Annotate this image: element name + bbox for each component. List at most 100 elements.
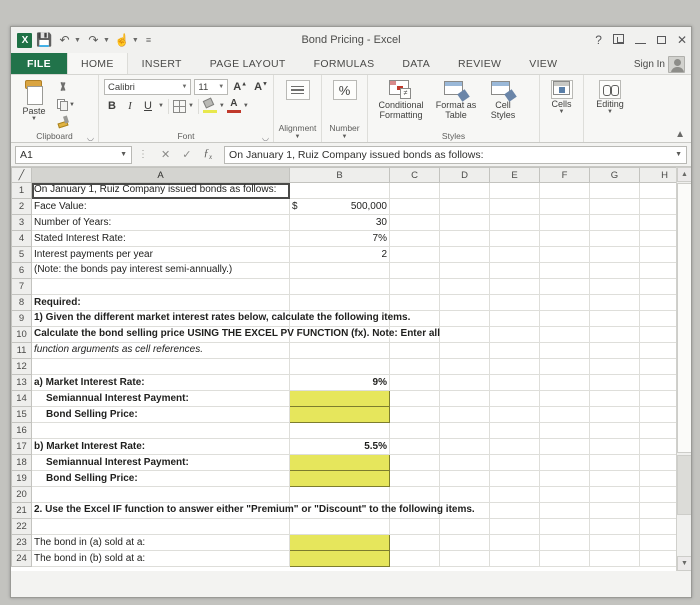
cell-a3[interactable]: Number of Years: (31, 214, 290, 231)
cell-c14[interactable] (389, 390, 440, 407)
column-header-d[interactable]: D (439, 167, 490, 183)
cell-b5[interactable]: 2 (289, 246, 390, 263)
cell-d17[interactable] (439, 438, 490, 455)
font-dialog-launcher-icon[interactable]: ◡ (262, 133, 269, 142)
save-icon[interactable]: 💾 (36, 32, 52, 48)
cell-g15[interactable] (589, 406, 640, 423)
cell-g1[interactable] (589, 182, 640, 199)
cell-d4[interactable] (439, 230, 490, 247)
insert-function-icon[interactable]: ƒx (203, 147, 212, 161)
borders-icon[interactable] (172, 99, 186, 113)
font-size-input[interactable]: 11 ▼ (194, 79, 229, 95)
cell-g7[interactable] (589, 278, 640, 295)
cell-c12[interactable] (389, 358, 440, 375)
cell-a20[interactable] (31, 486, 290, 503)
font-color-icon[interactable]: A (226, 99, 241, 113)
tab-formulas[interactable]: FORMULAS (300, 53, 389, 74)
cell-f2[interactable] (539, 198, 590, 215)
cell-g11[interactable] (589, 342, 640, 359)
cell-g17[interactable] (589, 438, 640, 455)
cell-e17[interactable] (489, 438, 540, 455)
column-header-a[interactable]: A (31, 167, 290, 183)
cell-a15[interactable]: Bond Selling Price: (31, 406, 290, 423)
spreadsheet-grid[interactable]: ╱ A B C D E F G H 1 On January 1, Ruiz Co… (11, 167, 691, 571)
cell-c1[interactable] (389, 182, 440, 199)
row-header[interactable]: 6 (11, 262, 32, 279)
cell-g18[interactable] (589, 454, 640, 471)
sign-in-area[interactable]: Sign In (634, 53, 685, 75)
select-all-corner[interactable]: ╱ (11, 167, 32, 183)
cell-g8[interactable] (589, 294, 640, 311)
cell-a22[interactable] (31, 518, 290, 535)
cell-g23[interactable] (589, 534, 640, 551)
cell-b3[interactable]: 30 (289, 214, 390, 231)
paste-dropdown-icon[interactable]: ▼ (31, 116, 37, 122)
cell-e24[interactable] (489, 550, 540, 567)
fill-color-icon[interactable] (202, 97, 217, 113)
cell-f6[interactable] (539, 262, 590, 279)
avatar[interactable] (668, 55, 685, 73)
tab-view[interactable]: VIEW (515, 53, 571, 74)
cell-e22[interactable] (489, 518, 540, 535)
underline-button[interactable]: U (140, 98, 156, 114)
name-box-dropdown-icon[interactable]: ▼ (120, 151, 127, 158)
format-as-table-button[interactable]: Format as Table (432, 78, 480, 120)
row-header[interactable]: 22 (11, 518, 32, 535)
cell-f1[interactable] (539, 182, 590, 199)
cell-f10[interactable] (539, 326, 590, 343)
row-header[interactable]: 23 (11, 534, 32, 551)
cell-d16[interactable] (439, 422, 490, 439)
cell-g3[interactable] (589, 214, 640, 231)
cell-d8[interactable] (439, 294, 490, 311)
cell-d13[interactable] (439, 374, 490, 391)
cell-c3[interactable] (389, 214, 440, 231)
cell-d12[interactable] (439, 358, 490, 375)
row-header[interactable]: 11 (11, 342, 32, 359)
tab-file[interactable]: FILE (11, 53, 67, 74)
cell-styles-button[interactable]: Cell Styles (484, 78, 522, 120)
cell-d9[interactable] (439, 310, 490, 327)
cell-b1[interactable] (289, 182, 390, 199)
cell-b8[interactable] (289, 294, 390, 311)
cell-f16[interactable] (539, 422, 590, 439)
row-header[interactable]: 18 (11, 454, 32, 471)
cell-f23[interactable] (539, 534, 590, 551)
undo-icon[interactable]: ↶ (57, 33, 72, 48)
cell-g16[interactable] (589, 422, 640, 439)
row-header[interactable]: 24 (11, 550, 32, 567)
cell-f4[interactable] (539, 230, 590, 247)
cell-e13[interactable] (489, 374, 540, 391)
cell-a9[interactable]: 1) Given the different market interest r… (31, 310, 410, 327)
cell-d23[interactable] (439, 534, 490, 551)
row-header[interactable]: 10 (11, 326, 32, 343)
cell-e10[interactable] (489, 326, 540, 343)
font-size-dropdown-icon[interactable]: ▼ (218, 84, 224, 90)
cell-b13[interactable]: 9% (289, 374, 390, 391)
redo-dropdown-icon[interactable]: ▼ (103, 37, 110, 44)
restore-icon[interactable] (656, 33, 666, 47)
font-name-dropdown-icon[interactable]: ▼ (181, 84, 187, 90)
cell-b20[interactable] (289, 486, 390, 503)
cell-f18[interactable] (539, 454, 590, 471)
column-header-f[interactable]: F (539, 167, 590, 183)
cell-f3[interactable] (539, 214, 590, 231)
row-header[interactable]: 16 (11, 422, 32, 439)
cell-g10[interactable] (589, 326, 640, 343)
cell-f8[interactable] (539, 294, 590, 311)
cell-g2[interactable] (589, 198, 640, 215)
cell-f19[interactable] (539, 470, 590, 487)
font-color-dropdown-icon[interactable]: ▼ (243, 103, 249, 109)
cell-c2[interactable] (389, 198, 440, 215)
redo-icon[interactable]: ↷ (86, 33, 101, 48)
cell-c20[interactable] (389, 486, 440, 503)
cell-g19[interactable] (589, 470, 640, 487)
cell-g12[interactable] (589, 358, 640, 375)
cell-f12[interactable] (539, 358, 590, 375)
cell-g24[interactable] (589, 550, 640, 567)
cancel-icon[interactable]: ✕ (161, 148, 170, 161)
cell-g4[interactable] (589, 230, 640, 247)
cell-a8[interactable]: Required: (31, 294, 290, 311)
cell-c4[interactable] (389, 230, 440, 247)
cell-f7[interactable] (539, 278, 590, 295)
cell-d19[interactable] (439, 470, 490, 487)
